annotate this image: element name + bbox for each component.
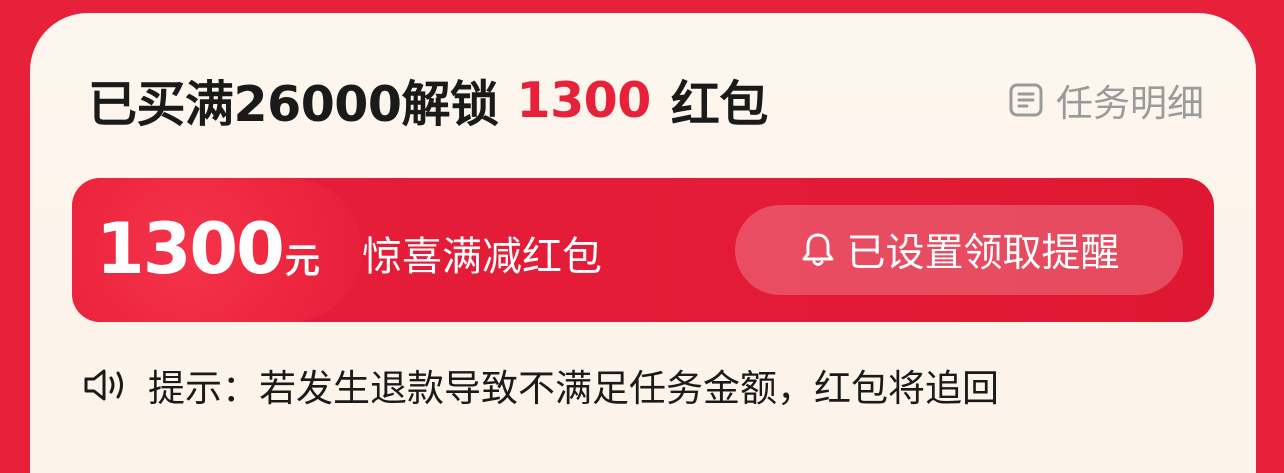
bell-icon [802,233,834,266]
coupon-card: 1300 元 惊喜满减红包 已设置领取提醒 [72,178,1214,322]
task-detail-link[interactable]: 任务明细 [1008,73,1204,127]
task-title: 已买满26000解锁 1300 红包 [88,65,768,136]
coupon-name: 惊喜满减红包 [362,234,602,280]
claim-reminder-label: 已设置领取提醒 [846,231,1120,276]
title-suffix: 红包 [670,75,769,133]
title-amount: 1300 [516,71,651,129]
list-icon [1009,83,1043,117]
speaker-icon [84,369,123,401]
task-detail-label: 任务明细 [1056,82,1204,125]
title-prefix: 已买满26000解锁 [88,75,499,133]
claim-reminder-button[interactable]: 已设置领取提醒 [735,205,1183,295]
card-header: 已买满26000解锁 1300 红包 任务明细 [88,65,1204,135]
tip-text: 提示：若发生退款导致不满足任务金额，红包将追回 [148,367,999,410]
coupon-amount: 1300 [96,208,285,290]
coupon-unit: 元 [284,242,320,282]
red-packet-task-card: 已买满26000解锁 1300 红包 任务明细 1300 元 惊喜满减红包 已设… [30,13,1256,473]
coupon-value: 1300 元 [96,208,320,290]
refund-tip: 提示：若发生退款导致不满足任务金额，红包将追回 [82,358,999,412]
